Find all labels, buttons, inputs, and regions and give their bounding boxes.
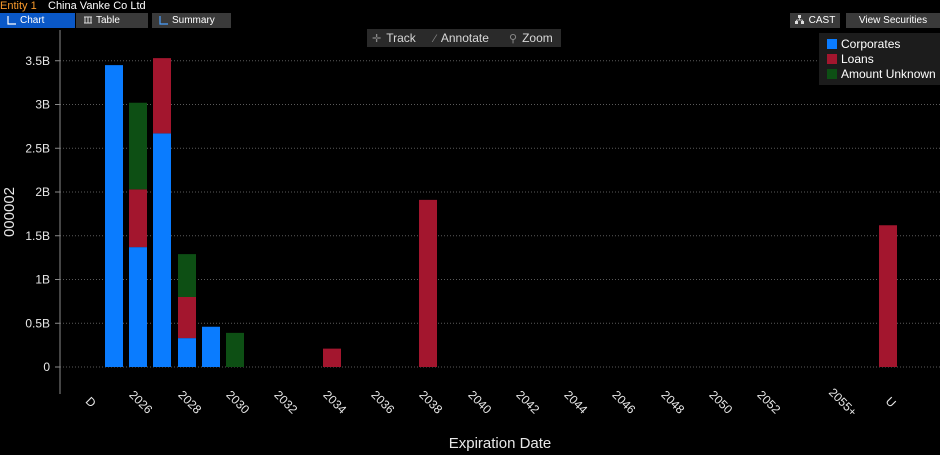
- legend-item-corporates[interactable]: Corporates: [827, 37, 900, 51]
- bar-loans-U[interactable]: [879, 225, 897, 367]
- x-tick-label: 2055+: [826, 385, 860, 419]
- bar-loans-2034[interactable]: [323, 348, 341, 367]
- y-tick-label: 0: [43, 360, 50, 374]
- y-axis-label: 000002: [1, 187, 18, 237]
- legend-item-amount-unknown[interactable]: Amount Unknown: [827, 67, 936, 81]
- bar-corporates-2028[interactable]: [178, 338, 196, 367]
- legend-label-amount-unknown: Amount Unknown: [841, 67, 936, 81]
- x-tick-label: 2028: [175, 388, 204, 417]
- x-tick-label: 2036: [368, 388, 397, 417]
- x-tick-label: D: [83, 394, 99, 410]
- x-tick-label: 2046: [609, 388, 638, 417]
- x-tick-label: 2034: [320, 388, 349, 417]
- bar-amount-unknown-2026[interactable]: [129, 102, 147, 190]
- legend-swatch-corporates: [827, 39, 837, 49]
- bar-corporates-2026[interactable]: [129, 247, 147, 367]
- y-tick-label: 2B: [35, 185, 50, 199]
- legend-swatch-amount-unknown: [827, 69, 837, 79]
- bar-corporates-2027[interactable]: [153, 133, 171, 367]
- y-axis-ticks: 0 0.5B 1B 1.5B 2B 2.5B 3B 3.5B: [25, 54, 60, 374]
- x-tick-label: 2032: [271, 388, 300, 417]
- x-tick-label: 2052: [754, 388, 783, 417]
- chart-legend: Corporates Loans Amount Unknown: [819, 33, 940, 85]
- legend-label-corporates: Corporates: [841, 37, 901, 51]
- y-tick-label: 3B: [35, 98, 50, 112]
- bar-loans-2038[interactable]: [419, 199, 437, 367]
- legend-swatch-loans: [827, 54, 837, 64]
- x-tick-label: 2038: [416, 388, 445, 417]
- y-tick-label: 1B: [35, 273, 50, 287]
- x-tick-label: 2030: [223, 388, 252, 417]
- x-tick-label: U: [883, 394, 899, 410]
- x-tick-label: 2040: [465, 388, 494, 417]
- x-tick-label: 2050: [706, 388, 735, 417]
- x-tick-label: 2042: [513, 388, 542, 417]
- legend-label-loans: Loans: [841, 52, 874, 66]
- bar-amount-unknown-2030[interactable]: [226, 332, 244, 367]
- bar-corporates-2029[interactable]: [202, 326, 220, 367]
- y-tick-label: 3.5B: [25, 54, 50, 68]
- legend-item-loans[interactable]: Loans: [827, 52, 874, 66]
- chart-plot: 0 0.5B 1B 1.5B 2B 2.5B 3B 3.5B D 2026 2028 2030 203…: [1, 30, 940, 452]
- bar-loans-2028[interactable]: [178, 297, 196, 339]
- x-tick-label: 2048: [658, 388, 687, 417]
- x-tick-label: 2026: [126, 388, 155, 417]
- bar-loans-2026[interactable]: [129, 189, 147, 248]
- y-tick-label: 0.5B: [25, 316, 50, 330]
- bar-amount-unknown-2028[interactable]: [178, 254, 196, 297]
- y-tick-label: 1.5B: [25, 229, 50, 243]
- bar-corporates-2025[interactable]: [105, 65, 123, 367]
- x-tick-label: 2044: [561, 388, 590, 417]
- x-axis-ticks: D 2026 2028 2030 2032 2034 2036 2038 2040 2042 204…: [83, 385, 899, 419]
- y-tick-label: 2.5B: [25, 141, 50, 155]
- bar-loans-2027[interactable]: [153, 58, 171, 134]
- x-axis-label: Expiration Date: [449, 435, 552, 452]
